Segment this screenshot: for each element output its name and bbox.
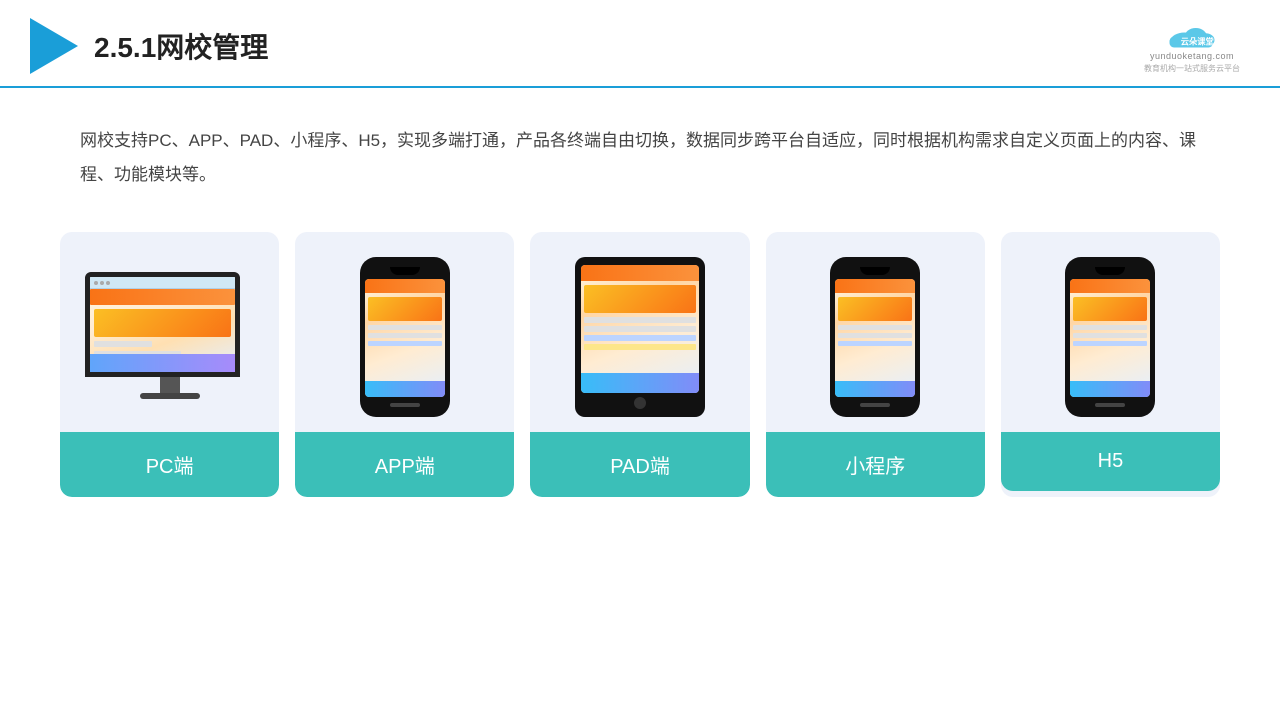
card-pc: PC端	[60, 232, 279, 497]
card-miniapp-label: 小程序	[766, 432, 985, 497]
card-app-image	[295, 232, 514, 432]
logo-triangle-icon	[30, 18, 78, 74]
page-header: 2.5.1网校管理 云朵课堂 yunduoketang.com 教育机构一站式服…	[0, 0, 1280, 88]
tablet-screen	[581, 265, 699, 393]
cards-container: PC端 APP端	[0, 212, 1280, 497]
card-pc-image	[60, 232, 279, 432]
phone-screen-2	[835, 279, 915, 397]
brand-logo: 云朵课堂 yunduoketang.com 教育机构一站式服务云平台	[1144, 19, 1240, 74]
brand-tagline: 教育机构一站式服务云平台	[1144, 63, 1240, 74]
pc-device-icon	[85, 272, 255, 402]
phone-screen	[365, 279, 445, 397]
phone-screen-3	[1070, 279, 1150, 397]
svg-text:云朵课堂: 云朵课堂	[1181, 36, 1214, 46]
page-title: 2.5.1网校管理	[94, 26, 268, 66]
app-device-icon	[360, 257, 450, 417]
description-paragraph: 网校支持PC、APP、PAD、小程序、H5，实现多端打通，产品各终端自由切换，数…	[80, 124, 1200, 192]
card-miniapp: 小程序	[766, 232, 985, 497]
card-app-label: APP端	[295, 432, 514, 497]
card-h5: H5	[1001, 232, 1220, 497]
cloud-icon: 云朵课堂	[1162, 19, 1222, 49]
card-h5-image	[1001, 232, 1220, 432]
card-pc-label: PC端	[60, 432, 279, 497]
h5-device-icon	[1065, 257, 1155, 417]
card-h5-label: H5	[1001, 432, 1220, 491]
card-pad-label: PAD端	[530, 432, 749, 497]
phone-home-bar-3	[1095, 403, 1125, 407]
description-text: 网校支持PC、APP、PAD、小程序、H5，实现多端打通，产品各终端自由切换，数…	[0, 88, 1280, 212]
phone-notch	[390, 267, 420, 275]
card-miniapp-image	[766, 232, 985, 432]
pad-device-icon	[575, 257, 705, 417]
phone-notch-3	[1095, 267, 1125, 275]
tablet-home-button	[634, 397, 646, 409]
miniapp-device-icon	[830, 257, 920, 417]
header-left: 2.5.1网校管理	[30, 18, 268, 74]
phone-notch-2	[860, 267, 890, 275]
brand-icon: 云朵课堂	[1162, 19, 1222, 49]
phone-home-bar-2	[860, 403, 890, 407]
phone-home-bar	[390, 403, 420, 407]
card-app: APP端	[295, 232, 514, 497]
brand-url: yunduoketang.com	[1150, 51, 1234, 61]
card-pad-image	[530, 232, 749, 432]
card-pad: PAD端	[530, 232, 749, 497]
